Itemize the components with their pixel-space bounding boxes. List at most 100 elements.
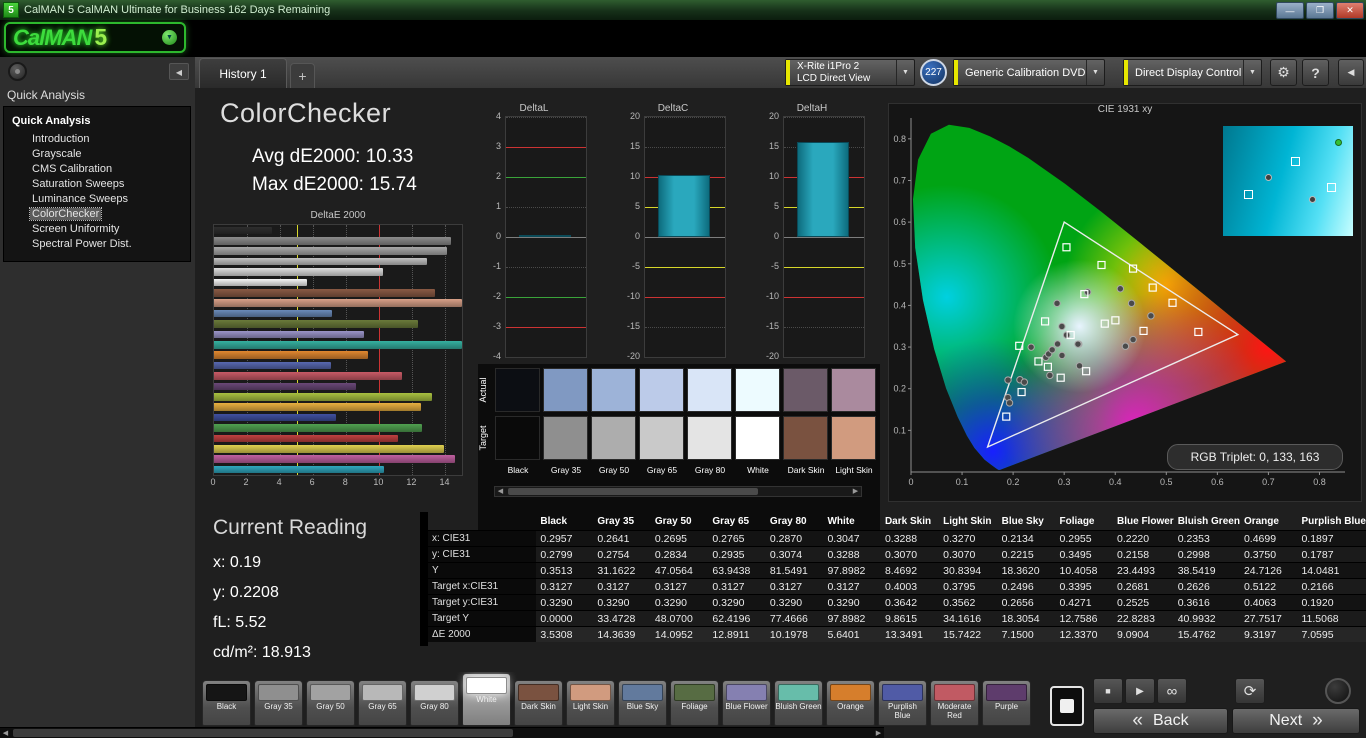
source-dropdown[interactable]: Generic Calibration DVD ▼ xyxy=(953,59,1105,86)
back-button[interactable]: « Back xyxy=(1093,708,1228,734)
patch-button-gray-80[interactable]: Gray 80 xyxy=(410,680,459,726)
patch-button-foliage[interactable]: Foliage xyxy=(670,680,719,726)
de-bar-red xyxy=(214,434,398,443)
logo-menu-chevron-icon[interactable]: ▼ xyxy=(162,30,177,45)
patch-button-gray-50[interactable]: Gray 50 xyxy=(306,680,355,726)
play-button[interactable]: ▶ xyxy=(1125,678,1155,704)
next-button[interactable]: Next » xyxy=(1232,708,1360,734)
patch-button-moderate-red[interactable]: Moderate Red xyxy=(930,680,979,726)
table-cell: 34.1616 xyxy=(939,610,998,627)
meter-count-badge[interactable]: 227 xyxy=(920,59,947,86)
pattern-window-button[interactable] xyxy=(1050,686,1084,726)
patch-button-black[interactable]: Black xyxy=(202,680,251,726)
table-cell: 0.2834 xyxy=(650,546,709,563)
tree-root-quick-analysis[interactable]: Quick Analysis xyxy=(4,112,190,131)
scroll-right-icon[interactable]: ▶ xyxy=(873,729,884,738)
reference-line xyxy=(506,297,586,298)
table-cell: 0.3562 xyxy=(939,594,998,611)
table-cell: 0.1787 xyxy=(1297,546,1366,563)
meter-dropdown[interactable]: X-Rite i1Pro 2 LCD Direct View ▼ xyxy=(785,59,915,86)
table-cell: 48.0700 xyxy=(650,610,709,627)
patch-button-blue-sky[interactable]: Blue Sky xyxy=(618,680,667,726)
gridline xyxy=(506,207,586,208)
patch-button-light-skin[interactable]: Light Skin xyxy=(566,680,615,726)
stop-button[interactable]: ■ xyxy=(1093,678,1123,704)
add-tab-button[interactable]: + xyxy=(290,63,315,88)
sidebar-item-introduction[interactable]: Introduction xyxy=(4,131,190,146)
patch-button-blue-flower[interactable]: Blue Flower xyxy=(722,680,771,726)
patch-button-dark-skin[interactable]: Dark Skin xyxy=(514,680,563,726)
panel-toggle-button[interactable]: ◀ xyxy=(1338,59,1364,86)
swatch-label: Gray 80 xyxy=(694,465,726,475)
table-cell: 24.7126 xyxy=(1239,562,1298,579)
patch-button-white[interactable]: White xyxy=(462,673,511,726)
patch-button-purple[interactable]: Purple xyxy=(982,680,1031,726)
target-swatch xyxy=(639,416,684,460)
sidebar-item-cms-calibration[interactable]: CMS Calibration xyxy=(4,161,190,176)
swatch-column-dark-skin: Dark Skin xyxy=(782,368,830,482)
deltae2000-xaxis: 0 2 4 6 8 10 12 14 xyxy=(210,477,463,489)
current-reading: Current Reading x: 0.19 y: 0.2208 fL: 5.… xyxy=(213,516,367,674)
table-cell: 0.3616 xyxy=(1173,594,1240,611)
patch-color-chip xyxy=(882,684,923,701)
settings-button[interactable]: ⚙ xyxy=(1270,59,1297,86)
table-cell: 18.3054 xyxy=(997,610,1056,627)
row-label: Target x:CIE31 xyxy=(428,578,537,595)
sidebar-item-spectral-power-dist[interactable]: Spectral Power Dist. xyxy=(4,236,190,251)
tab-history-1[interactable]: History 1 xyxy=(199,58,287,88)
patch-button-purplish-blue[interactable]: Purplish Blue xyxy=(878,680,927,726)
display-active-indicator xyxy=(1124,60,1128,85)
scroll-right-icon[interactable]: ▶ xyxy=(850,487,861,496)
table-cell: 0.2765 xyxy=(708,530,766,547)
nav-back-button[interactable] xyxy=(8,62,27,81)
gear-icon: ⚙ xyxy=(1277,64,1290,80)
patch-button-bluish-green[interactable]: Bluish Green xyxy=(774,680,823,726)
link-button[interactable]: ∞ xyxy=(1157,678,1187,704)
minimize-button[interactable]: — xyxy=(1276,2,1304,19)
help-button[interactable]: ? xyxy=(1302,59,1329,86)
refresh-button[interactable]: ⟳ xyxy=(1235,678,1265,704)
patch-button-orange[interactable]: Orange xyxy=(826,680,875,726)
deltah-bar xyxy=(797,142,849,237)
swatch-scrollbar[interactable]: ◀ ▶ xyxy=(494,486,862,497)
chevron-down-icon: ▼ xyxy=(1086,60,1104,85)
status-led-button[interactable] xyxy=(1325,678,1351,704)
sidebar-item-grayscale[interactable]: Grayscale xyxy=(4,146,190,161)
help-icon: ? xyxy=(1311,64,1320,81)
scroll-left-icon[interactable]: ◀ xyxy=(0,729,11,738)
de-bar-dark-skin xyxy=(214,289,435,297)
scroll-left-icon[interactable]: ◀ xyxy=(495,487,506,496)
cie-inset xyxy=(1223,126,1353,236)
sidebar-item-luminance-sweeps[interactable]: Luminance Sweeps xyxy=(4,191,190,206)
axis-tick-label: -3 xyxy=(492,321,501,331)
patch-button-gray-35[interactable]: Gray 35 xyxy=(254,680,303,726)
table-cell: 0.0000 xyxy=(536,610,594,627)
gridline xyxy=(445,225,447,475)
sidebar-item-screen-uniformity[interactable]: Screen Uniformity xyxy=(4,221,190,236)
display-control-dropdown[interactable]: Direct Display Control ▼ xyxy=(1123,59,1262,86)
scrollbar-thumb[interactable] xyxy=(13,729,513,737)
close-button[interactable]: ✕ xyxy=(1336,2,1364,19)
axis-tick-label: -10 xyxy=(765,291,779,301)
window-buttons: — ❐ ✕ xyxy=(1276,2,1364,19)
target-swatch xyxy=(543,416,588,460)
deltal-bar xyxy=(519,234,571,237)
sidebar-collapse-button[interactable]: ◀ xyxy=(169,63,189,80)
table-row: y: CIE31 0.2799 0.2754 0.2834 0.2935 0.3074 0.… xyxy=(428,546,1366,563)
patch-color-chip xyxy=(934,684,975,701)
patch-label: Bluish Green xyxy=(775,702,822,711)
sidebar-item-saturation-sweeps[interactable]: Saturation Sweeps xyxy=(4,176,190,191)
patch-color-chip xyxy=(258,684,299,701)
de-bar-green xyxy=(214,424,423,432)
maximize-button[interactable]: ❐ xyxy=(1306,2,1334,19)
bottom-scrollbar[interactable]: ◀ ▶ xyxy=(0,727,884,738)
axis-tick-label: 3 xyxy=(495,141,501,151)
sidebar-item-colorchecker[interactable]: ColorChecker xyxy=(4,206,190,221)
axis-tick-label: 5 xyxy=(634,201,640,211)
table-cell: 0.3495 xyxy=(1055,546,1113,563)
table-cell: 7.1500 xyxy=(997,626,1056,642)
scrollbar-thumb[interactable] xyxy=(508,488,758,495)
calman-logo[interactable]: CalMAN 5 ▼ xyxy=(4,22,186,53)
patch-button-gray-65[interactable]: Gray 65 xyxy=(358,680,407,726)
axis-tick-label: 10 xyxy=(768,171,779,181)
